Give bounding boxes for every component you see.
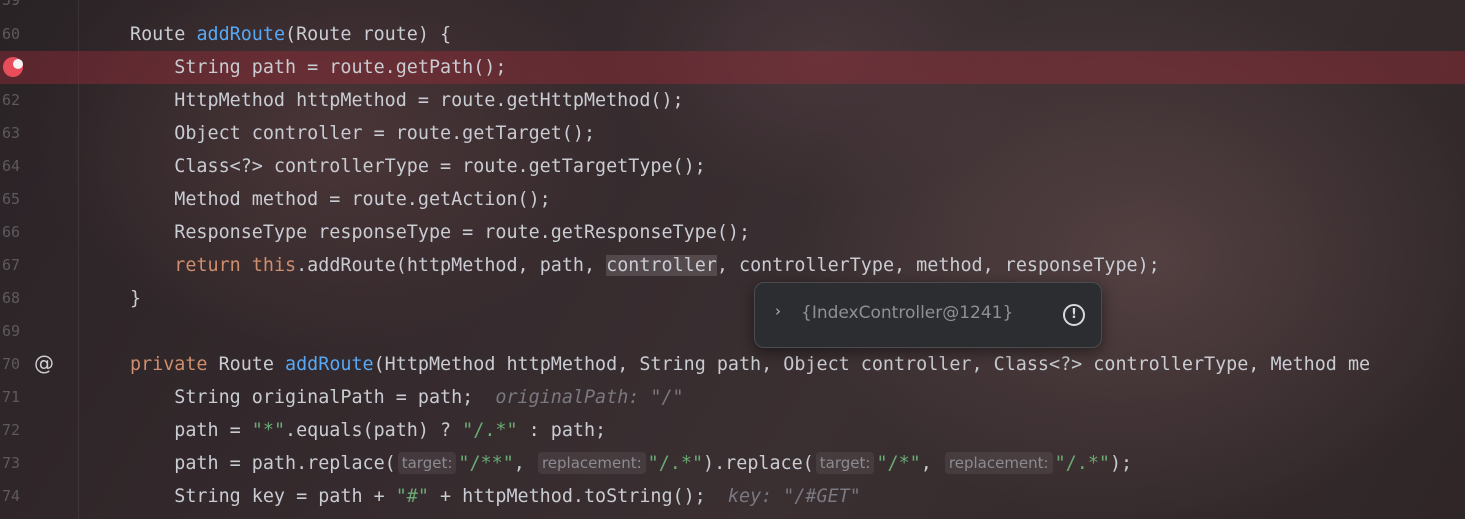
line-number[interactable]: 62 bbox=[0, 84, 26, 117]
code-line-66[interactable]: 66 ResponseType responseType = route.get… bbox=[0, 216, 1465, 249]
breakpoint-check-icon bbox=[13, 59, 23, 69]
line-number[interactable]: 65 bbox=[0, 183, 26, 216]
line-number[interactable]: 59 bbox=[0, 0, 26, 17]
line-number[interactable]: 70 bbox=[0, 348, 26, 381]
line-number[interactable]: 71 bbox=[0, 381, 26, 414]
param-hint: target: bbox=[397, 452, 457, 474]
code-line-63[interactable]: 63 Object controller = route.getTarget()… bbox=[0, 117, 1465, 150]
line-number[interactable]: 60 bbox=[0, 18, 26, 51]
line-number[interactable]: 68 bbox=[0, 282, 26, 315]
param-hint: target: bbox=[815, 452, 875, 474]
exclamation-circle-icon[interactable]: ! bbox=[1063, 304, 1085, 326]
line-number[interactable]: 67 bbox=[0, 249, 26, 282]
inline-debug-value: key: "/#GET" bbox=[727, 486, 861, 507]
debug-value-text[interactable]: {IndexController@1241} bbox=[801, 303, 1013, 323]
code-text[interactable]: ResponseType responseType = route.getRes… bbox=[130, 216, 750, 249]
code-line-74[interactable]: 74 String key = path + "#" + httpMethod.… bbox=[0, 480, 1465, 513]
code-line-69[interactable]: 69 bbox=[0, 315, 1465, 348]
line-number[interactable]: 64 bbox=[0, 150, 26, 183]
line-number[interactable]: 72 bbox=[0, 414, 26, 447]
line-number[interactable]: 69 bbox=[0, 315, 26, 348]
code-text[interactable]: private Route addRoute(HttpMethod httpMe… bbox=[130, 348, 1370, 381]
code-line-64[interactable]: 64 Class<?> controllerType = route.getTa… bbox=[0, 150, 1465, 183]
param-hint: replacement: bbox=[944, 452, 1053, 474]
param-hint: replacement: bbox=[537, 452, 646, 474]
code-line-68[interactable]: 68 } bbox=[0, 282, 1465, 315]
code-text[interactable]: Object controller = route.getTarget(); bbox=[130, 117, 595, 150]
code-line-71[interactable]: 71 String originalPath = path; originalP… bbox=[0, 381, 1465, 414]
code-line-61-breakpoint[interactable]: String path = route.getPath(); bbox=[0, 51, 1465, 84]
code-line-70[interactable]: 70 private Route addRoute(HttpMethod htt… bbox=[0, 348, 1465, 381]
code-line-59[interactable]: 59 bbox=[0, 0, 1465, 17]
line-number[interactable]: 63 bbox=[0, 117, 26, 150]
code-text[interactable]: path = path.replace(target: "/**", replac… bbox=[130, 447, 1132, 480]
code-text[interactable]: } bbox=[130, 282, 141, 315]
code-text[interactable]: Method method = route.getAction(); bbox=[130, 183, 550, 216]
inline-debug-value: originalPath: "/" bbox=[495, 387, 684, 408]
line-number[interactable]: 73 bbox=[0, 447, 26, 480]
expand-chevron-icon[interactable]: › bbox=[775, 302, 781, 320]
code-line-65[interactable]: 65 Method method = route.getAction(); bbox=[0, 183, 1465, 216]
code-line-60[interactable]: 60 Route addRoute(Route route) { bbox=[0, 18, 1465, 51]
code-text[interactable]: String key = path + "#" + httpMethod.toS… bbox=[130, 480, 861, 513]
code-text[interactable]: Route addRoute(Route route) { bbox=[130, 18, 451, 51]
debug-value-popup[interactable]: › {IndexController@1241} ! bbox=[754, 282, 1102, 348]
line-number[interactable]: 66 bbox=[0, 216, 26, 249]
code-text[interactable]: String path = route.getPath(); bbox=[130, 51, 506, 84]
code-text[interactable]: return this.addRoute(httpMethod, path, c… bbox=[130, 249, 1160, 282]
code-text[interactable]: path = "*".equals(path) ? "/.*" : path; bbox=[130, 414, 606, 447]
code-text[interactable]: Class<?> controllerType = route.getTarge… bbox=[130, 150, 705, 183]
code-line-72[interactable]: 72 path = "*".equals(path) ? "/.*" : pat… bbox=[0, 414, 1465, 447]
code-line-62[interactable]: 62 HttpMethod httpMethod = route.getHttp… bbox=[0, 84, 1465, 117]
code-text[interactable]: String originalPath = path; originalPath… bbox=[130, 381, 684, 414]
code-text[interactable]: HttpMethod httpMethod = route.getHttpMet… bbox=[130, 84, 683, 117]
line-number[interactable]: 74 bbox=[0, 480, 26, 513]
code-line-73[interactable]: 73 path = path.replace(target: "/**", rep… bbox=[0, 447, 1465, 480]
breakpoint-icon[interactable] bbox=[3, 57, 23, 77]
highlighted-symbol[interactable]: controller bbox=[606, 255, 717, 276]
code-line-67[interactable]: 67 return this.addRoute(httpMethod, path… bbox=[0, 249, 1465, 282]
implementation-at-icon[interactable]: @ bbox=[32, 351, 56, 375]
